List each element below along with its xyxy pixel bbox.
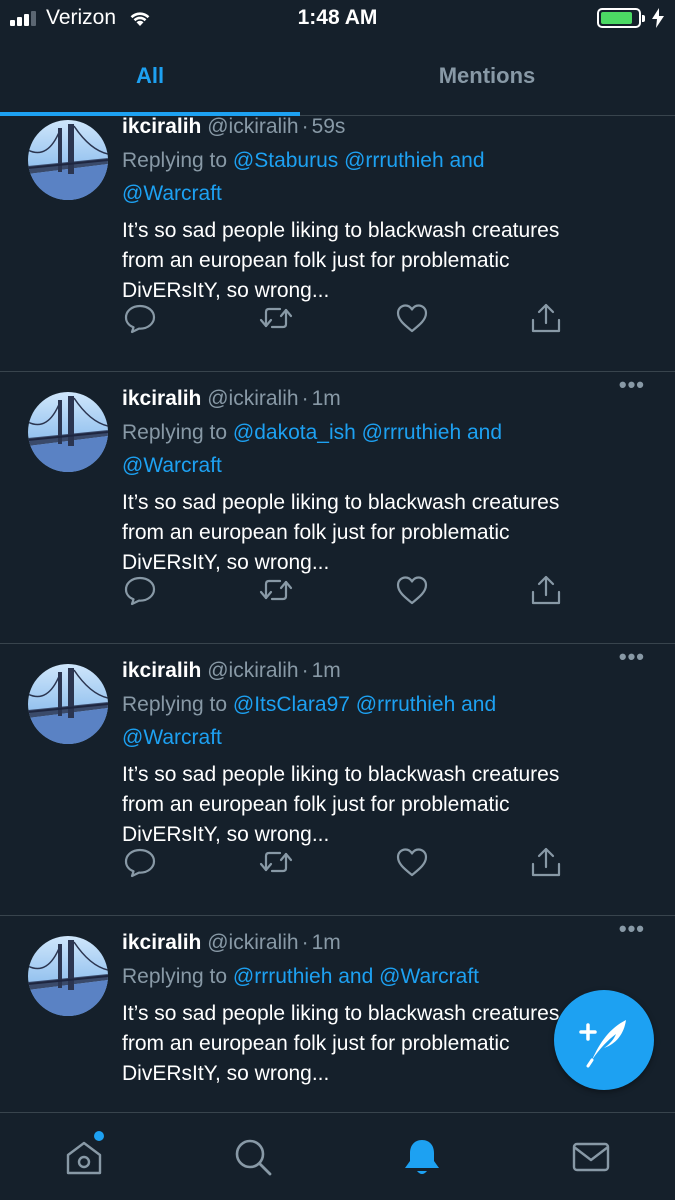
tweet-text-line: from an european folk just for problemat… <box>122 249 510 272</box>
compose-tweet-icon <box>579 1020 626 1068</box>
avatar[interactable] <box>28 392 108 472</box>
avatar-bridge-photo <box>28 120 108 200</box>
retweet-icon[interactable] <box>258 572 294 608</box>
reply-mentions[interactable]: @rrruthieh and @Warcraft <box>233 965 479 988</box>
avatar[interactable] <box>28 936 108 1016</box>
reply-mentions[interactable]: @ItsClara97 @rrruthieh and <box>233 693 496 716</box>
time-separator: · <box>301 931 309 954</box>
tweet[interactable]: ikciralih @ickiralih · 1m Replying to @dak… <box>0 372 675 644</box>
time-separator: · <box>301 387 309 410</box>
replying-to: Replying to @ItsClara97 @rrruthieh and @… <box>122 688 652 754</box>
heart-icon[interactable] <box>394 844 430 880</box>
share-icon[interactable] <box>528 844 564 880</box>
tweet-text-line: from an european folk just for problemat… <box>122 793 510 816</box>
home-unread-dot <box>94 1131 104 1141</box>
display-name[interactable]: ikciralih <box>122 387 201 410</box>
reply-mentions[interactable]: @dakota_ish @rrruthieh and <box>233 421 502 444</box>
notifications-tabs: All Mentions <box>0 38 675 116</box>
reply-icon[interactable] <box>122 300 158 336</box>
replying-to: Replying to @Staburus @rrruthieh and @Wa… <box>122 144 652 210</box>
time-separator: · <box>301 116 309 138</box>
reply-icon[interactable] <box>122 844 158 880</box>
tweet-text: It’s so sad people liking to blackwash c… <box>122 760 652 850</box>
tab-all[interactable]: All <box>0 38 300 114</box>
tweet-body: ikciralih @ickiralih · 1m Replying to @dak… <box>122 384 652 578</box>
user-handle[interactable]: @ickiralih <box>207 659 298 682</box>
reply-mentions[interactable]: @Staburus @rrruthieh and <box>233 149 485 172</box>
tweet-body: ikciralih @ickiralih · 59s Replying to @St… <box>122 116 652 306</box>
reply-mentions-continued[interactable]: @Warcraft <box>122 454 222 477</box>
tweet-text: It’s so sad people liking to blackwash c… <box>122 216 652 306</box>
display-name[interactable]: ikciralih <box>122 659 201 682</box>
display-name[interactable]: ikciralih <box>122 116 201 138</box>
more-options-icon[interactable]: ••• <box>619 644 645 670</box>
search-icon[interactable] <box>231 1135 275 1179</box>
messages-envelope-icon[interactable] <box>569 1135 613 1179</box>
tweet-time: 1m <box>311 659 341 682</box>
battery-fill <box>601 12 632 24</box>
home-icon[interactable] <box>62 1135 106 1179</box>
status-bar: Verizon 1:48 AM <box>0 0 675 38</box>
heart-icon[interactable] <box>394 572 430 608</box>
battery-indicator <box>597 8 665 28</box>
replying-prefix: Replying to <box>122 149 228 172</box>
replying-to: Replying to @dakota_ish @rrruthieh and @… <box>122 416 652 482</box>
tweet-header: ikciralih @ickiralih · 59s <box>122 116 652 142</box>
tweet-body: ikciralih @ickiralih · 1m Replying to @Its… <box>122 656 652 850</box>
heart-icon[interactable] <box>394 300 430 336</box>
replying-prefix: Replying to <box>122 693 228 716</box>
notifications-bell-icon[interactable] <box>400 1135 444 1179</box>
tweet-text-line: It’s so sad people liking to blackwash c… <box>122 219 560 242</box>
tweet-time: 1m <box>311 931 341 954</box>
avatar-bridge-photo <box>28 664 108 744</box>
bottom-navigation <box>0 1112 675 1200</box>
more-options-icon[interactable]: ••• <box>619 116 645 126</box>
replying-prefix: Replying to <box>122 965 228 988</box>
tweet[interactable]: ikciralih @ickiralih · 59s Replying to @St… <box>0 116 675 372</box>
tweet-time: 59s <box>311 116 346 138</box>
user-handle[interactable]: @ickiralih <box>207 931 298 954</box>
time-separator: · <box>301 659 309 682</box>
tweet-header: ikciralih @ickiralih · 1m <box>122 928 652 958</box>
avatar[interactable] <box>28 664 108 744</box>
tweet-time: 1m <box>311 387 341 410</box>
tab-mentions[interactable]: Mentions <box>337 38 637 114</box>
display-name[interactable]: ikciralih <box>122 931 201 954</box>
avatar-bridge-photo <box>28 936 108 1016</box>
share-icon[interactable] <box>528 300 564 336</box>
more-options-icon[interactable]: ••• <box>619 372 645 398</box>
tweet[interactable]: ikciralih @ickiralih · 1m Replying to @Its… <box>0 644 675 916</box>
reply-mentions-continued[interactable]: @Warcraft <box>122 726 222 749</box>
replying-to: Replying to @rrruthieh and @Warcraft <box>122 960 652 993</box>
tweet-header: ikciralih @ickiralih · 1m <box>122 656 652 686</box>
retweet-icon[interactable] <box>258 300 294 336</box>
retweet-icon[interactable] <box>258 844 294 880</box>
more-options-icon[interactable]: ••• <box>619 916 645 942</box>
avatar[interactable] <box>28 120 108 200</box>
notifications-feed[interactable]: ikciralih @ickiralih · 59s Replying to @St… <box>0 116 675 1112</box>
tweet-actions <box>122 572 562 608</box>
tweet-text: It’s so sad people liking to blackwash c… <box>122 488 652 578</box>
tweet-text-line: It’s so sad people liking to blackwash c… <box>122 491 560 514</box>
share-icon[interactable] <box>528 572 564 608</box>
replying-prefix: Replying to <box>122 421 228 444</box>
compose-tweet-button[interactable] <box>554 990 654 1090</box>
tweet-header: ikciralih @ickiralih · 1m <box>122 384 652 414</box>
user-handle[interactable]: @ickiralih <box>207 387 298 410</box>
tweet-actions <box>122 300 562 336</box>
tweet-actions <box>122 844 562 880</box>
user-handle[interactable]: @ickiralih <box>207 116 298 138</box>
reply-icon[interactable] <box>122 572 158 608</box>
reply-mentions-continued[interactable]: @Warcraft <box>122 182 222 205</box>
charging-bolt-icon <box>652 8 664 28</box>
status-time: 1:48 AM <box>297 6 378 29</box>
avatar-bridge-photo <box>28 392 108 472</box>
battery-icon <box>597 8 645 28</box>
tweet-text-line: from an european folk just for problemat… <box>122 521 510 544</box>
tweet-text-line: It’s so sad people liking to blackwash c… <box>122 763 560 786</box>
